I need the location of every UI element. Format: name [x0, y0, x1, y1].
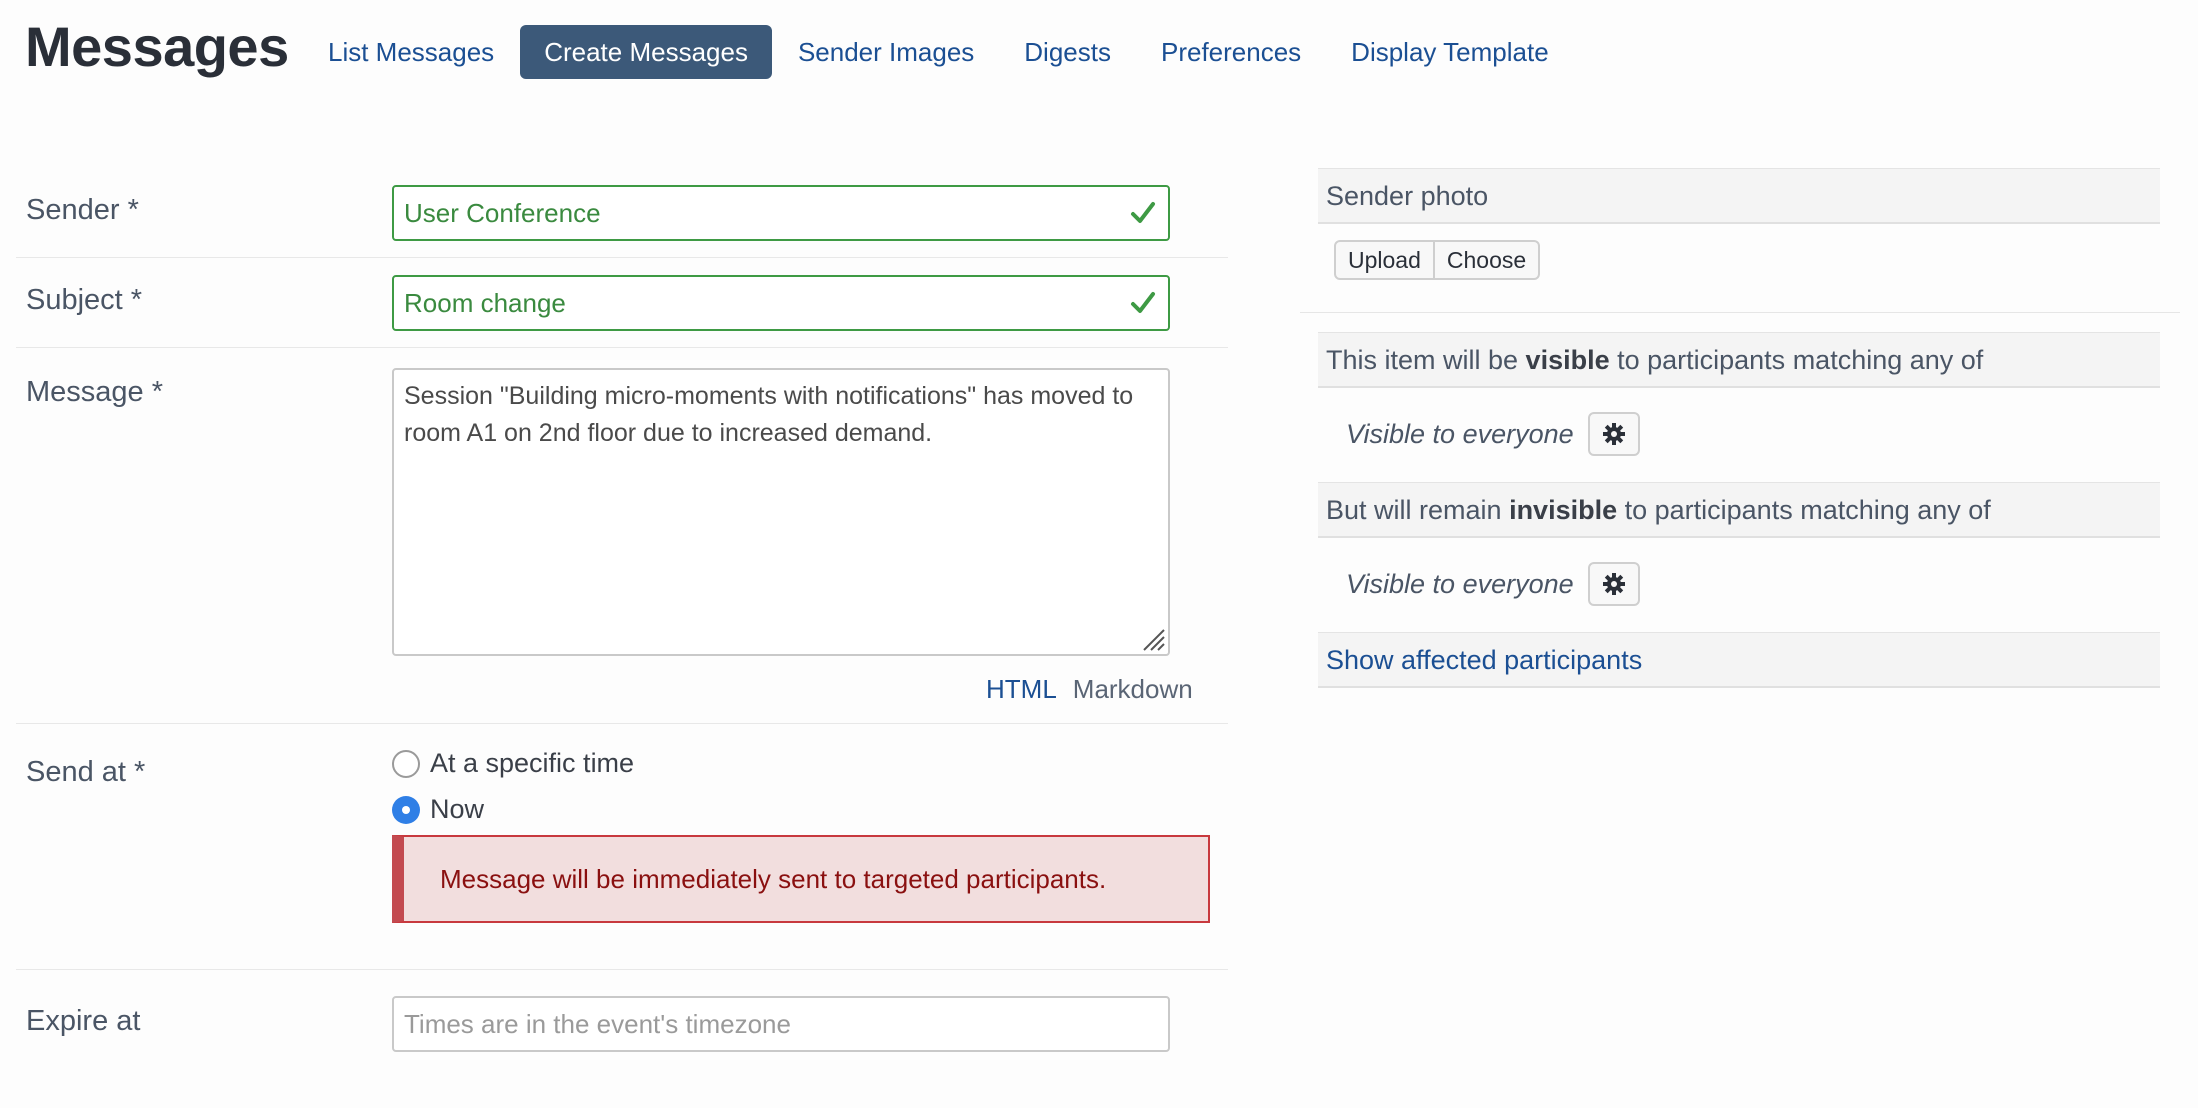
tab-digests[interactable]: Digests — [1000, 25, 1135, 79]
subject-label: Subject * — [26, 284, 143, 316]
sender-value: User Conference — [404, 198, 601, 228]
visible-rule-row: Visible to everyone — [1346, 412, 1640, 456]
invisible-settings-button[interactable] — [1587, 562, 1640, 606]
expire-at-label: Expire at — [26, 1005, 141, 1037]
tab-display-template[interactable]: Display Template — [1327, 25, 1573, 79]
format-toggle: HTML Markdown — [986, 674, 1193, 705]
choose-button[interactable]: Choose — [1434, 240, 1541, 280]
tab-nav: List Messages Create Messages Sender Ima… — [304, 25, 1575, 79]
invisible-prefix: But will remain — [1326, 495, 1510, 525]
visible-suffix: to participants matching any of — [1609, 345, 1984, 375]
format-markdown-link[interactable]: Markdown — [1073, 674, 1193, 705]
tab-preferences[interactable]: Preferences — [1137, 25, 1325, 79]
visible-rule-header: This item will be visible to participant… — [1318, 332, 2160, 388]
sender-field[interactable]: User Conference — [392, 185, 1170, 241]
invisible-keyword: invisible — [1509, 495, 1618, 525]
visible-rule-value: Visible to everyone — [1346, 418, 1574, 449]
radio-label: At a specific time — [430, 748, 635, 778]
page-header: Messages List Messages Create Messages S… — [0, 0, 2198, 110]
message-label: Message * — [26, 376, 164, 408]
radio-button-checked[interactable] — [392, 795, 420, 824]
invisible-rule-row: Visible to everyone — [1346, 562, 1640, 606]
sender-photo-buttons: Upload Choose — [1334, 240, 1541, 280]
invisible-rule-value: Visible to everyone — [1346, 568, 1574, 599]
sender-row: Sender * User Conference — [16, 160, 1228, 258]
visible-keyword: visible — [1525, 345, 1610, 375]
tab-list-messages[interactable]: List Messages — [304, 25, 518, 79]
page-title: Messages — [25, 15, 289, 78]
subject-value: Room change — [404, 288, 566, 318]
send-at-label: Send at * — [26, 756, 146, 788]
message-value: Session "Building micro-moments with not… — [404, 382, 1134, 447]
resize-handle-icon[interactable] — [1138, 624, 1166, 652]
radio-button[interactable] — [392, 749, 420, 778]
message-textarea[interactable]: Session "Building micro-moments with not… — [392, 368, 1170, 656]
divider — [1300, 312, 2180, 313]
visible-prefix: This item will be — [1326, 345, 1526, 375]
invisible-suffix: to participants matching any of — [1617, 495, 1991, 525]
radio-label: Now — [430, 794, 485, 824]
expire-at-input[interactable]: Times are in the event's timezone — [392, 996, 1170, 1052]
tab-sender-images[interactable]: Sender Images — [774, 25, 998, 79]
sender-label: Sender * — [26, 194, 139, 226]
send-now-alert: Message will be immediately sent to targ… — [392, 835, 1210, 923]
upload-button[interactable]: Upload — [1334, 240, 1435, 280]
subject-row: Subject * Room change — [16, 258, 1228, 348]
invisible-rule-header: But will remain invisible to participant… — [1318, 482, 2160, 538]
check-icon — [1131, 202, 1155, 223]
check-icon — [1131, 292, 1155, 313]
show-affected-row: Show affected participants — [1318, 632, 2160, 688]
subject-field[interactable]: Room change — [392, 275, 1170, 331]
tab-create-messages[interactable]: Create Messages — [520, 25, 772, 79]
visible-settings-button[interactable] — [1587, 412, 1640, 456]
expire-at-row: Expire at Times are in the event's timez… — [16, 970, 1228, 1070]
radio-now[interactable]: Now — [392, 794, 484, 825]
show-affected-link[interactable]: Show affected participants — [1326, 645, 1642, 675]
radio-specific-time[interactable]: At a specific time — [392, 748, 634, 779]
sender-photo-header: Sender photo — [1318, 168, 2160, 224]
message-row: Message * Session "Building micro-moment… — [16, 348, 1228, 724]
gear-icon — [1602, 423, 1625, 445]
format-html-link[interactable]: HTML — [986, 674, 1057, 705]
gear-icon — [1602, 573, 1625, 595]
send-at-row: Send at * At a specific time Now Message… — [16, 724, 1228, 970]
